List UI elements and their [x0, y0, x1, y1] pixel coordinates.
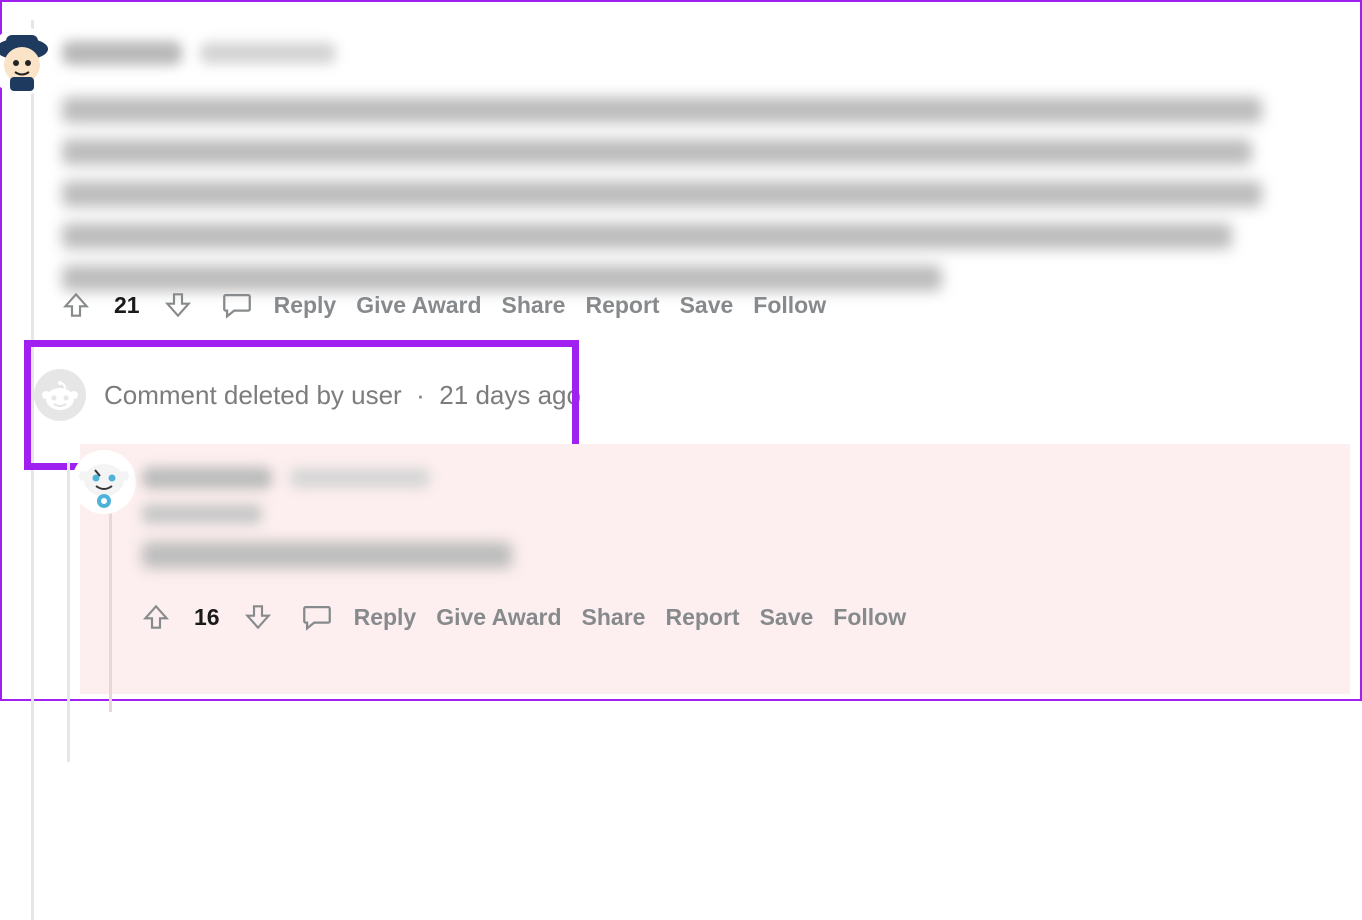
username-2-blurred[interactable] [142, 467, 272, 489]
report-button[interactable]: Report [585, 292, 659, 319]
save-button[interactable]: Save [760, 604, 814, 631]
separator: · [416, 380, 425, 410]
share-button[interactable]: Share [502, 292, 566, 319]
vote-score-2: 16 [192, 604, 222, 631]
comment-2-body-blurred [142, 542, 512, 568]
comment-icon[interactable] [300, 600, 334, 634]
follow-button[interactable]: Follow [833, 604, 906, 631]
avatar-2[interactable] [72, 450, 136, 514]
thread-line-2[interactable] [67, 462, 70, 762]
comment-body-blurred [62, 97, 1272, 291]
vote-score: 21 [112, 292, 142, 319]
follow-button[interactable]: Follow [753, 292, 826, 319]
deleted-time[interactable]: 21 days ago [439, 380, 581, 410]
give-award-button[interactable]: Give Award [356, 292, 481, 319]
upvote-icon[interactable] [60, 289, 92, 321]
avatar[interactable] [0, 27, 56, 95]
timestamp-2-blurred[interactable] [290, 468, 430, 488]
downvote-icon[interactable] [162, 289, 194, 321]
reply-button[interactable]: Reply [274, 292, 337, 319]
timestamp-blurred[interactable] [200, 42, 336, 64]
comment-actions: 21 Reply Give Award Share Report Save Fo… [60, 288, 826, 322]
deleted-comment-row: Comment deleted by user · 21 days ago [34, 369, 581, 421]
comment-header [62, 41, 336, 65]
comment-2-actions: 16 Reply Give Award Share Report Save Fo… [140, 600, 906, 634]
flair-blurred [142, 504, 262, 524]
thread-line[interactable] [31, 20, 34, 920]
report-button[interactable]: Report [665, 604, 739, 631]
comment-icon[interactable] [220, 288, 254, 322]
thread-line-3[interactable] [109, 512, 112, 712]
share-button[interactable]: Share [582, 604, 646, 631]
deleted-avatar-icon [34, 369, 86, 421]
upvote-icon[interactable] [140, 601, 172, 633]
deleted-text: Comment deleted by user · 21 days ago [104, 380, 581, 411]
give-award-button[interactable]: Give Award [436, 604, 561, 631]
username-blurred[interactable] [62, 41, 182, 65]
save-button[interactable]: Save [680, 292, 734, 319]
downvote-icon[interactable] [242, 601, 274, 633]
comment-2-header [142, 467, 430, 489]
deleted-label: Comment deleted by user [104, 380, 402, 410]
reply-button[interactable]: Reply [354, 604, 417, 631]
